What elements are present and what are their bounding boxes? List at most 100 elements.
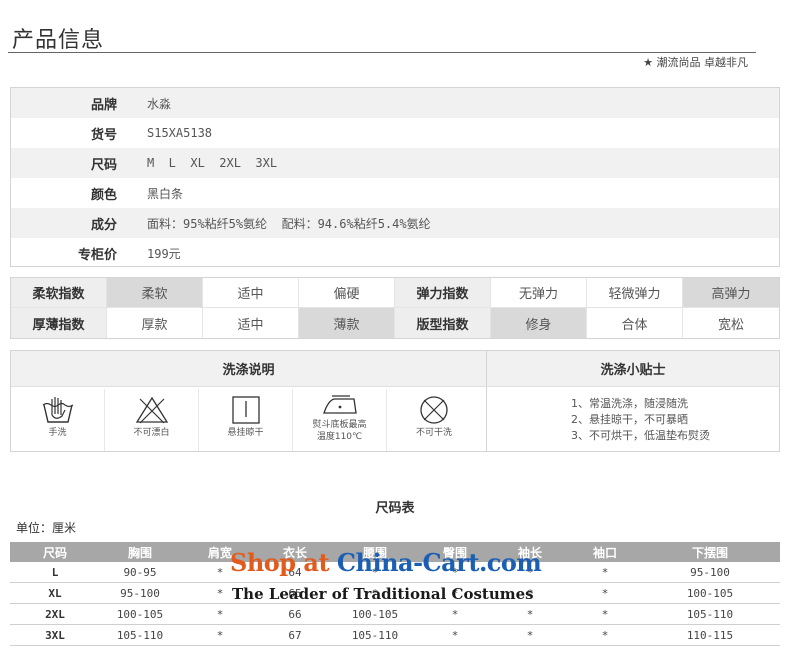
size-cell: * [490,562,570,583]
hand-wash-icon [42,397,73,423]
size-cell: * [420,562,490,583]
size-cell: * [180,624,260,646]
page-title: 产品信息 [12,28,105,53]
size-cell: 100-105 [640,582,780,604]
softness-option-hard: 偏硬 [299,278,395,308]
thickness-option-thick: 厚款 [107,308,203,338]
softness-option-medium: 适中 [203,278,299,308]
softness-option-soft: 柔软 [107,278,203,308]
info-label: 颜色 [90,187,117,203]
size-cell: * [180,603,260,625]
size-cell: * [420,624,490,646]
care-hang-dry: 悬挂晾干 [199,389,293,451]
info-row-price: 专柜价 199元 [11,238,779,268]
size-cell: 3XL [10,624,100,646]
info-value: 水淼 [147,96,172,111]
info-value: 199元 [147,246,181,261]
fit-option-regular: 合体 [587,308,683,338]
size-cell: 67 [260,624,330,646]
info-value: M L XL 2XL 3XL [147,156,278,170]
info-row-sku: 货号 S15XA5138 [11,118,779,148]
care-caption: 不可漂白 [133,428,170,438]
size-cell: 100-105 [330,603,420,625]
size-header: 肩宽 [180,542,260,562]
info-label: 货号 [90,127,117,143]
size-chart-table: 尺码 胸围 肩宽 衣长 腰围 臀围 袖长 袖口 下摆围 L 90-95 * 64… [10,542,780,646]
elasticity-option-slight: 轻微弹力 [587,278,683,308]
size-cell: * [330,562,420,583]
wash-tip: 2、悬挂晾干，不可暴晒 [571,413,688,426]
info-label: 品牌 [90,97,117,113]
size-chart-unit: 单位：厘米 [16,521,77,535]
size-header: 下摆围 [640,542,780,562]
size-cell: XL [10,582,100,604]
size-cell: * [570,582,640,604]
size-chart-title: 尺码表 [375,501,415,516]
table-row: 2XL 100-105 * 66 100-105 * * * 105-110 [10,603,780,625]
size-cell: 64 [260,562,330,583]
wash-divider [486,351,487,451]
iron-icon [322,395,357,414]
elasticity-option-none: 无弹力 [491,278,587,308]
size-cell: * [570,603,640,625]
size-header: 尺码 [10,542,100,562]
elasticity-label: 弹力指数 [395,278,491,308]
size-cell: * [330,582,420,604]
size-cell: * [490,603,570,625]
care-caption: 手洗 [48,428,67,438]
size-header: 袖口 [570,542,640,562]
size-cell: 95-100 [100,582,180,604]
wash-tips-list: 1、常温洗涤，随浸随洗 2、悬挂晾干，不可暴晒 3、不可烘干，低温垫布熨烫 [571,396,710,444]
info-value: 黑白条 [147,186,184,201]
care-hand-wash: 手洗 [11,389,105,451]
size-cell: * [180,582,260,604]
table-row: 3XL 105-110 * 67 105-110 * * * 110-115 [10,624,780,646]
care-caption: 不可干洗 [415,428,452,438]
softness-label: 柔软指数 [11,278,107,308]
care-caption: 悬挂晾干 [227,428,264,438]
info-value: S15XA5138 [147,126,213,140]
product-info-table: 品牌 水淼 货号 S15XA5138 尺码 M L XL 2XL 3XL 颜色 … [10,87,780,267]
care-no-bleach: 不可漂白 [105,389,199,451]
size-cell: 65 [260,582,330,604]
no-bleach-icon [135,396,168,424]
info-row-brand: 品牌 水淼 [11,88,779,118]
size-header: 衣长 [260,542,330,562]
size-header-row: 尺码 胸围 肩宽 衣长 腰围 臀围 袖长 袖口 下摆围 [10,542,780,562]
fit-option-loose: 宽松 [717,317,744,333]
size-cell: 105-110 [100,624,180,646]
info-row-size: 尺码 M L XL 2XL 3XL [11,148,779,178]
fit-label: 版型指数 [395,308,491,338]
size-cell: * [420,603,490,625]
info-value: 面料：95%粘纤5%氨纶 配料：94.6%粘纤5.4%氨纶 [147,216,431,231]
wash-tips-title: 洗涤小贴士 [487,351,779,387]
slogan: ★ 潮流尚品 卓越非凡 [643,56,748,69]
wash-care-section: 洗涤说明 洗涤小贴士 手洗 不可漂白 悬挂晾干 熨斗底板最高 温度110℃ 不可… [10,350,780,452]
care-caption: 熨斗底板最高 [312,420,367,430]
elasticity-option-high: 高弹力 [683,278,779,308]
fit-option-slim: 修身 [491,308,587,338]
size-cell: * [570,624,640,646]
size-cell: L [10,562,100,583]
info-label: 成分 [90,217,117,233]
size-header: 胸围 [100,542,180,562]
thickness-label: 厚薄指数 [11,308,107,338]
size-header: 腰围 [330,542,420,562]
size-cell: 66 [260,603,330,625]
size-cell: * [420,582,490,604]
size-cell: 90-95 [100,562,180,583]
no-dry-clean-icon [420,396,448,424]
title-divider [8,52,756,53]
info-label: 专柜价 [77,247,117,263]
hang-dry-icon [231,396,260,424]
thickness-option-thin: 薄款 [299,308,395,338]
size-cell: * [490,624,570,646]
size-cell: 100-105 [100,603,180,625]
table-row: L 90-95 * 64 * * * * 95-100 [10,562,780,583]
care-caption-2: 温度110℃ [316,432,363,442]
attribute-index-table: 柔软指数 柔软 适中 偏硬 弹力指数 无弹力 轻微弹力 高弹力 厚薄指数 厚款 … [10,277,780,339]
care-iron: 熨斗底板最高 温度110℃ [293,389,387,451]
care-no-dry-clean: 不可干洗 [387,389,481,451]
info-row-color: 颜色 黑白条 [11,178,779,208]
info-label: 尺码 [90,157,117,173]
